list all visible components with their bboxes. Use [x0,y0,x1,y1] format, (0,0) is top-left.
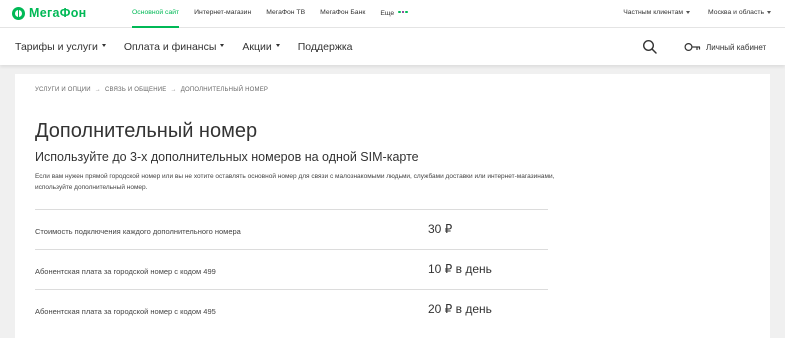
customer-type-select[interactable]: Частным клиентам [623,0,691,28]
top-link-megafon-tv[interactable]: МегаФон ТВ [266,0,305,28]
price-row: Абонентская плата за городской номер с к… [35,249,548,289]
nav-promotions[interactable]: Акции [242,40,280,53]
page-title: Дополнительный номер [35,120,258,142]
top-link-online-store[interactable]: Интернет-магазин [194,0,251,28]
customer-type-label: Частным клиентам [623,9,684,16]
page-description: Если вам нужен прямой городской номер ил… [35,173,555,191]
price-label: Абонентская плата за городской номер с к… [35,307,216,316]
chevron-down-icon [686,10,691,14]
breadcrumb: УСЛУГИ И ОПЦИИ → СВЯЗЬ И ОБЩЕНИЕ → ДОПОЛНИТЕ… [35,87,268,93]
search-button[interactable] [642,39,658,55]
more-label: Еще [380,9,395,17]
price-value: 30 ₽ [428,222,453,236]
personal-account-link[interactable]: Личный кабинет [684,40,766,54]
breadcrumb-item[interactable]: УСЛУГИ И ОПЦИИ [35,87,91,93]
nav-tariffs-services[interactable]: Тарифы и услуги [15,41,106,53]
top-bar: МегаФон Основной сайт Интернет-магазин М… [0,0,785,28]
price-row: Абонентская плата за городской номер с к… [35,289,548,329]
page-subtitle: Используйте до 3-х дополнительных номеро… [35,150,419,164]
megafon-logo-icon [12,6,25,20]
breadcrumb-current: ДОПОЛНИТЕЛЬНЫЙ НОМЕР [180,87,269,93]
region-label: Москва и область [708,9,764,16]
account-label: Личный кабинет [706,42,767,52]
nav-label: Оплата и финансы [123,40,217,53]
logo-text: МегаФон [29,6,87,20]
more-dots-icon [398,0,409,26]
nav-label: Поддержка [297,40,353,53]
breadcrumb-item[interactable]: СВЯЗЬ И ОБЩЕНИЕ [105,87,167,93]
search-icon [642,39,657,54]
price-label: Стоимость подключения каждого дополнител… [35,227,241,236]
chevron-down-icon [220,44,225,48]
top-right-links: Частным клиентам Москва и область [605,0,771,28]
nav-label: Акции [242,40,272,53]
price-row: Стоимость подключения каждого дополнител… [35,209,548,249]
dot [405,10,408,14]
top-link-main-site[interactable]: Основной сайт [132,0,180,28]
chevron-down-icon [275,44,280,48]
top-link-megafon-bank[interactable]: МегаФон Банк [320,0,365,28]
chevron-down-icon [101,44,106,48]
top-links: Основной сайт Интернет-магазин МегаФон Т… [132,0,424,28]
chevron-down-icon [767,10,771,14]
main-nav: Тарифы и услуги Оплата и финансы Акции П… [0,28,785,65]
dot [398,10,401,14]
price-label: Абонентская плата за городской номер с к… [35,267,216,276]
content-card: УСЛУГИ И ОПЦИИ → СВЯЗЬ И ОБЩЕНИЕ → ДОПОЛНИТЕ… [15,74,770,338]
breadcrumb-separator: → [170,87,177,93]
price-value: 20 ₽ в день [428,302,492,316]
price-value: 10 ₽ в день [428,262,492,276]
nav-support[interactable]: Поддержка [298,41,353,53]
price-table: Стоимость подключения каждого дополнител… [35,209,548,329]
top-link-more[interactable]: Еще [380,0,408,28]
breadcrumb-separator: → [94,87,101,93]
dot [401,10,405,14]
nav-label: Тарифы и услуги [15,40,98,53]
megafon-logo[interactable]: МегаФон [12,5,86,21]
region-select[interactable]: Москва и область [708,0,771,28]
nav-payment-finance[interactable]: Оплата и финансы [124,41,225,53]
key-icon [684,42,701,52]
